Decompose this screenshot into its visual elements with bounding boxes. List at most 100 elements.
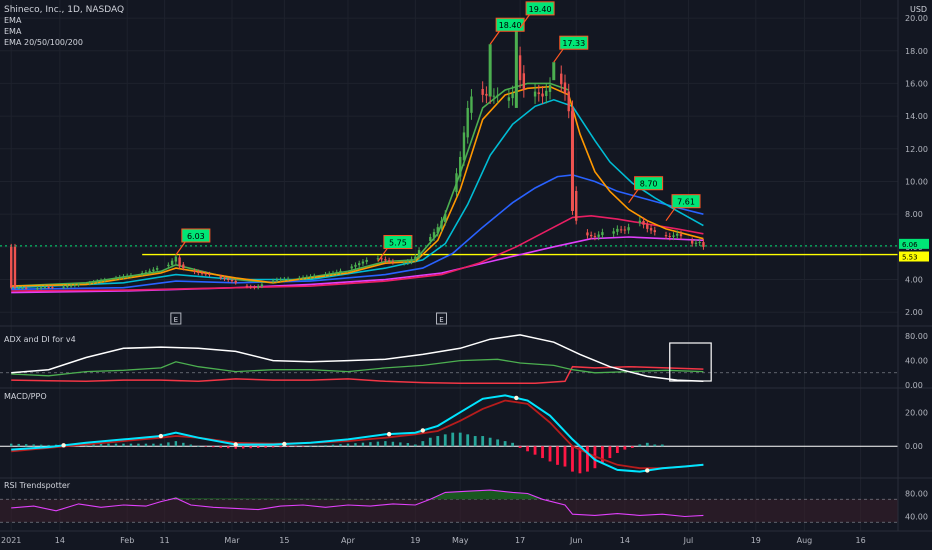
candle-body: [619, 229, 623, 231]
macd-histogram-bar: [227, 446, 230, 449]
macd-histogram-bar: [242, 446, 245, 449]
macd-histogram-bar: [586, 446, 589, 472]
macd-histogram-bar: [481, 436, 485, 447]
candle-body: [402, 262, 406, 264]
candle-body: [249, 286, 252, 288]
macd-cross-dot: [158, 433, 164, 439]
candle-body: [387, 260, 391, 262]
macd-histogram-bar: [518, 446, 522, 448]
macd-histogram-bar: [182, 442, 185, 447]
candle-body: [488, 44, 492, 97]
candle-body: [653, 230, 656, 233]
macd-cross-dot: [233, 442, 238, 447]
macd-histogram-bar: [458, 432, 462, 447]
macd-histogram-bar: [466, 434, 470, 447]
candle-body: [152, 269, 155, 272]
candle-body: [36, 287, 39, 289]
macd-histogram-bar: [346, 443, 350, 447]
x-tick-label: Apr: [341, 536, 356, 545]
macd-histogram-bar: [212, 446, 215, 448]
candle-body: [601, 232, 604, 236]
macd-histogram-bar: [428, 437, 432, 447]
macd-histogram-bar: [309, 446, 312, 447]
macd-histogram-bar: [144, 443, 148, 447]
candle-body: [66, 286, 69, 288]
macd-histogram-bar: [488, 437, 492, 447]
candle-body: [694, 242, 698, 244]
candle-body: [514, 27, 518, 108]
candle-body: [545, 90, 548, 97]
candle-body: [227, 278, 230, 281]
y-tick-label: 12.00: [905, 145, 928, 154]
x-tick-label: 14: [620, 536, 630, 545]
candle-body: [668, 236, 671, 238]
candle-body: [354, 264, 357, 267]
candle-body: [552, 62, 556, 81]
macd-tick-label: 20.00: [905, 408, 928, 417]
macd-histogram-bar: [167, 442, 170, 447]
candle-body: [575, 190, 578, 221]
candle-body: [77, 284, 80, 286]
stock-chart[interactable]: 6.03 5.75 18.40 19.40 17.33 8.70 7.61 E E 2021 14…: [0, 0, 932, 550]
candle-body: [114, 277, 118, 279]
candle-body: [174, 256, 178, 262]
y-tick-label: 10.00: [905, 177, 928, 186]
macd-histogram-bar: [137, 443, 140, 447]
candle-body: [144, 272, 148, 274]
currency-label: USD: [910, 5, 927, 14]
candle-body: [24, 287, 28, 289]
x-tick-label: Jul: [683, 536, 694, 545]
callout-label: 19.40: [529, 5, 552, 14]
candle-body: [380, 258, 383, 260]
x-tick-label: 17: [515, 536, 525, 545]
macd-histogram-bar: [511, 442, 515, 447]
candle-body: [193, 270, 196, 272]
candle-body: [623, 229, 627, 231]
candle-body: [376, 258, 380, 260]
candle-body: [43, 286, 47, 288]
callout-label: 8.70: [640, 180, 658, 189]
chart-title: Shineco, Inc., 1D, NASDAQ: [4, 5, 124, 15]
candle-body: [432, 232, 436, 238]
earnings-label: E: [174, 316, 178, 324]
candle-body: [182, 264, 185, 269]
candle-body: [570, 111, 574, 211]
callout-label: 5.75: [389, 239, 407, 248]
candle-body: [126, 275, 129, 277]
candle-body: [459, 156, 462, 177]
candle-body: [170, 260, 174, 266]
candle-body: [286, 278, 290, 280]
macd-cross-dot: [386, 431, 392, 437]
candle-body: [649, 228, 653, 231]
candle-body: [167, 264, 170, 267]
candle-body: [391, 261, 395, 263]
macd-histogram-bar: [361, 442, 365, 447]
candle-body: [328, 273, 331, 275]
macd-histogram-bar: [189, 444, 193, 447]
macd-histogram-bar: [324, 445, 327, 447]
candle-body: [417, 250, 421, 258]
macd-histogram-bar: [391, 441, 395, 447]
price-tag-label: 5.53: [902, 254, 918, 262]
macd-histogram-bar: [541, 446, 544, 459]
macd-histogram-bar: [556, 446, 559, 465]
candle-body: [492, 95, 496, 97]
candle-body: [279, 279, 282, 281]
macd-histogram-bar: [496, 439, 500, 447]
candle-body: [537, 92, 540, 95]
candle-body: [586, 232, 589, 236]
candle-body: [612, 231, 615, 234]
candle-body: [96, 281, 99, 283]
macd-histogram-bar: [279, 446, 282, 448]
macd-histogram-bar: [17, 443, 20, 447]
candle-body: [384, 259, 387, 261]
candle-body: [197, 271, 200, 273]
candle-body: [39, 287, 43, 289]
candle-body: [245, 285, 249, 287]
macd-histogram-bar: [443, 434, 447, 447]
candle-body: [429, 237, 432, 241]
candle-body: [481, 88, 484, 95]
rsi-band: [0, 499, 898, 523]
candle-body: [10, 246, 13, 288]
candle-body: [335, 271, 338, 274]
